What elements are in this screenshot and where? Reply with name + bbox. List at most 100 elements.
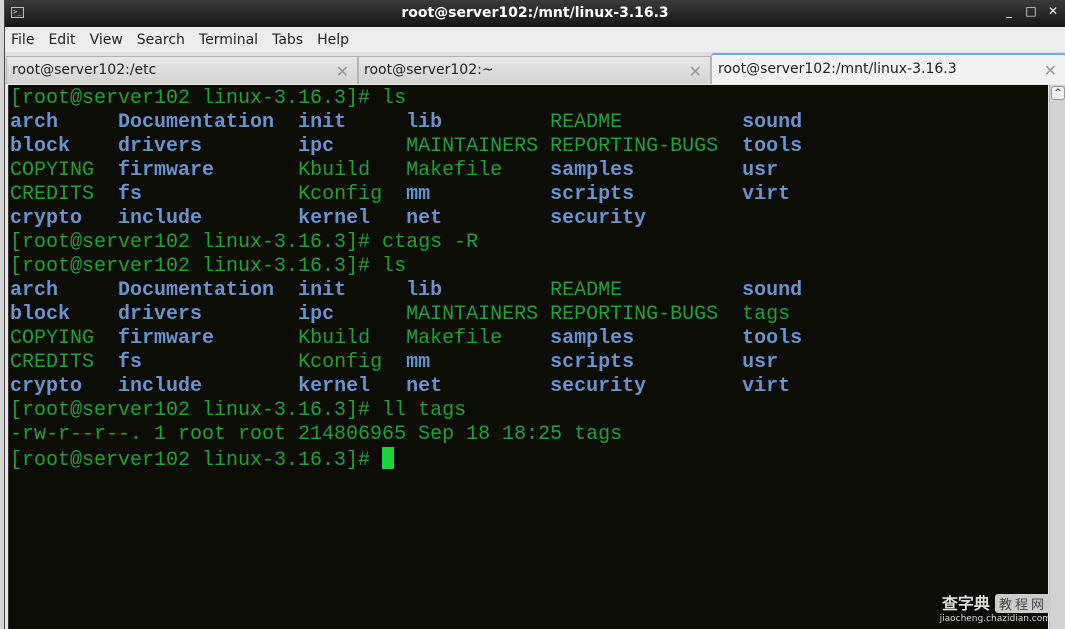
directory-entry: Documentation: [118, 111, 299, 134]
directory-entry: ipc: [298, 303, 407, 326]
scroll-up-arrow-icon[interactable]: ^: [1051, 86, 1065, 100]
file-entry: README: [550, 111, 743, 134]
terminal-window: >_ root@server102:/mnt/linux-3.16.3 _ □ …: [4, 0, 1065, 629]
directory-entry: drivers: [118, 135, 299, 158]
terminal-line: [root@server102 linux-3.16.3]#: [10, 447, 1048, 472]
menu-tabs[interactable]: Tabs: [272, 32, 310, 48]
file-entry: MAINTAINERS: [406, 135, 551, 158]
directory-entry: scripts: [550, 351, 743, 374]
directory-entry: virt: [742, 375, 839, 398]
tab-home[interactable]: root@server102:~ ✕: [358, 56, 711, 84]
prompt-text: [root@server102 linux-3.16.3]# ls: [10, 255, 407, 278]
tab-close-icon[interactable]: ✕: [1044, 61, 1057, 80]
directory-entry: security: [550, 375, 743, 398]
file-entry: [742, 207, 838, 230]
directory-entry: net: [406, 375, 551, 398]
menu-bar: File Edit View Search Terminal Tabs Help: [5, 27, 1065, 52]
directory-entry: lib: [406, 279, 551, 302]
directory-entry: drivers: [118, 303, 299, 326]
directory-entry: samples: [550, 327, 743, 350]
directory-entry: fs: [118, 351, 299, 374]
tab-label: root@server102:/etc: [12, 62, 157, 78]
directory-entry: block: [10, 135, 119, 158]
directory-entry: mm: [406, 351, 551, 374]
watermark-url: jiaocheng.chazidian.com: [939, 614, 1051, 624]
directory-entry: sound: [742, 279, 839, 302]
window-controls: _ □ ✕: [1003, 4, 1059, 18]
directory-entry: kernel: [298, 375, 407, 398]
terminal-line: [root@server102 linux-3.16.3]# ctags -R: [10, 231, 1048, 255]
file-entry: tags: [742, 303, 839, 326]
directory-entry: net: [406, 207, 551, 230]
watermark: 查字典 教程网 jiaocheng.chazidian.com: [940, 590, 1051, 624]
directory-entry: kernel: [298, 207, 407, 230]
ls-output-row: CREDITS fs Kconfig mm scripts virt: [10, 183, 1048, 207]
text-cursor: [382, 447, 395, 469]
directory-entry: lib: [406, 111, 551, 134]
directory-entry: include: [118, 375, 299, 398]
prompt-text: [root@server102 linux-3.16.3]#: [10, 449, 383, 472]
tab-close-icon[interactable]: ✕: [689, 62, 702, 81]
terminal-line: [root@server102 linux-3.16.3]# ls: [10, 87, 1048, 111]
directory-entry: virt: [742, 183, 839, 206]
directory-entry: arch: [10, 279, 119, 302]
directory-entry: tools: [742, 327, 839, 350]
prompt-text: [root@server102 linux-3.16.3]# ls: [10, 87, 407, 110]
tab-etc[interactable]: root@server102:/etc ✕: [6, 56, 358, 84]
directory-entry: Documentation: [118, 279, 299, 302]
file-entry: Kbuild: [298, 159, 407, 182]
terminal-line: [root@server102 linux-3.16.3]# ll tags: [10, 399, 1048, 423]
ls-output-row: COPYING firmware Kbuild Makefile samples…: [10, 327, 1048, 351]
ls-output-row: crypto include kernel net security: [10, 207, 1048, 231]
menu-help[interactable]: Help: [317, 32, 356, 48]
minimize-button[interactable]: _: [1003, 4, 1015, 18]
directory-entry: usr: [742, 159, 839, 182]
file-entry: Makefile: [406, 327, 551, 350]
maximize-button[interactable]: □: [1025, 4, 1037, 18]
ls-output-row: COPYING firmware Kbuild Makefile samples…: [10, 159, 1048, 183]
directory-entry: firmware: [118, 159, 299, 182]
menu-edit[interactable]: Edit: [48, 32, 82, 48]
title-bar[interactable]: >_ root@server102:/mnt/linux-3.16.3 _ □ …: [5, 0, 1065, 27]
directory-entry: scripts: [550, 183, 743, 206]
directory-entry: crypto: [10, 375, 119, 398]
file-entry: Kbuild: [298, 327, 407, 350]
close-button[interactable]: ✕: [1047, 4, 1059, 18]
menu-terminal[interactable]: Terminal: [199, 32, 265, 48]
ls-output-row: crypto include kernel net security virt: [10, 375, 1048, 399]
terminal-output[interactable]: [root@server102 linux-3.16.3]# ls arch Do…: [8, 85, 1048, 629]
file-entry: CREDITS: [10, 351, 119, 374]
terminal-line: [root@server102 linux-3.16.3]# ls: [10, 255, 1048, 279]
vertical-scrollbar[interactable]: ^: [1049, 85, 1065, 629]
tab-label: root@server102:~: [364, 62, 494, 78]
terminal-line: -rw-r--r--. 1 root root 214806965 Sep 18…: [10, 423, 1048, 447]
directory-entry: init: [298, 111, 407, 134]
ls-output-row: block drivers ipc MAINTAINERS REPORTING-…: [10, 303, 1048, 327]
tab-linux-src[interactable]: root@server102:/mnt/linux-3.16.3 ✕: [711, 53, 1065, 84]
ls-output-row: arch Documentation init lib README sound: [10, 111, 1048, 135]
prompt-text: -rw-r--r--. 1 root root 214806965 Sep 18…: [10, 423, 623, 446]
file-entry: Kconfig: [298, 183, 407, 206]
file-entry: Makefile: [406, 159, 551, 182]
ls-output-row: CREDITS fs Kconfig mm scripts usr: [10, 351, 1048, 375]
menu-search[interactable]: Search: [137, 32, 192, 48]
directory-entry: block: [10, 303, 119, 326]
file-entry: REPORTING-BUGS: [550, 135, 743, 158]
directory-entry: sound: [742, 111, 839, 134]
tab-bar: root@server102:/etc ✕ root@server102:~ ✕…: [5, 52, 1065, 84]
menu-view[interactable]: View: [90, 32, 130, 48]
directory-entry: ipc: [298, 135, 407, 158]
file-entry: REPORTING-BUGS: [550, 303, 743, 326]
directory-entry: arch: [10, 111, 119, 134]
file-entry: COPYING: [10, 159, 119, 182]
tab-close-icon[interactable]: ✕: [336, 62, 349, 81]
directory-entry: usr: [742, 351, 839, 374]
file-entry: README: [550, 279, 743, 302]
file-entry: MAINTAINERS: [406, 303, 551, 326]
directory-entry: fs: [118, 183, 299, 206]
file-entry: CREDITS: [10, 183, 119, 206]
directory-entry: firmware: [118, 327, 299, 350]
watermark-box: 教程网: [994, 594, 1051, 613]
tab-label: root@server102:/mnt/linux-3.16.3: [718, 61, 957, 77]
menu-file[interactable]: File: [11, 32, 41, 48]
